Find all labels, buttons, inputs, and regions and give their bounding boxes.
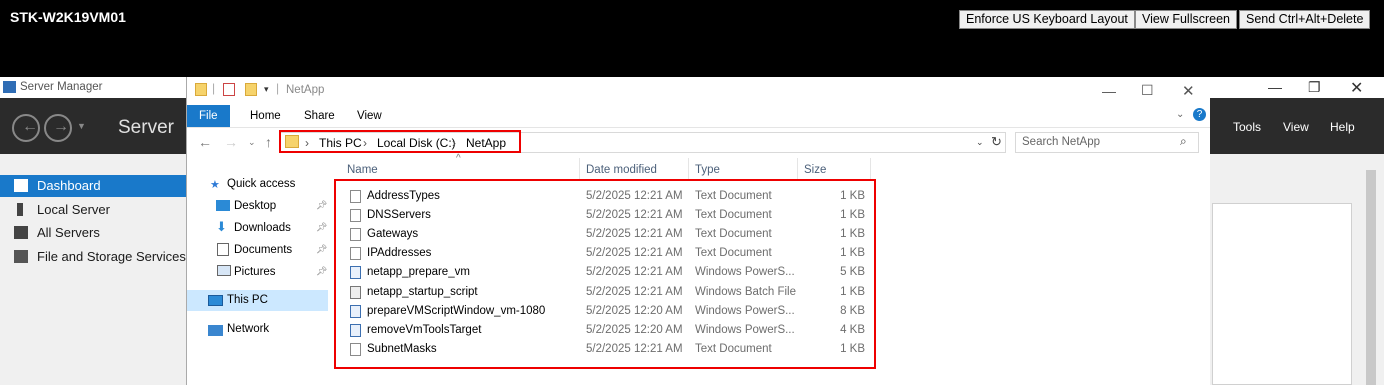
menu-tools[interactable]: Tools xyxy=(1233,120,1261,134)
column-divider[interactable] xyxy=(797,158,798,180)
storage-icon xyxy=(14,250,28,263)
dashboard-icon xyxy=(14,179,28,192)
customize-toolbar-icon[interactable]: ▾ xyxy=(264,84,269,95)
restore-icon[interactable]: ❐ xyxy=(1308,79,1321,96)
help-icon[interactable]: ? xyxy=(1193,108,1206,121)
pin-icon[interactable]: 📌︎ xyxy=(316,222,327,233)
server-manager-title: Server Manager xyxy=(20,81,103,93)
nav-documents[interactable]: Documents xyxy=(187,240,328,261)
up-icon[interactable]: ↑ xyxy=(265,134,272,150)
menu-help[interactable]: Help xyxy=(1330,120,1355,134)
nav-downloads[interactable]: Downloads xyxy=(187,218,328,239)
tab-view[interactable]: View xyxy=(345,105,394,127)
address-dropdown-icon[interactable]: ⌄ xyxy=(976,137,984,148)
new-folder-icon[interactable] xyxy=(245,83,257,96)
file-list-highlight-box xyxy=(334,179,876,369)
column-divider[interactable] xyxy=(870,158,871,180)
column-header-type[interactable]: Type xyxy=(695,164,720,176)
tab-file[interactable]: File xyxy=(187,105,230,127)
close-icon[interactable]: ✕ xyxy=(1350,78,1363,98)
menu-view[interactable]: View xyxy=(1283,120,1309,134)
properties-icon[interactable] xyxy=(223,83,235,96)
column-divider[interactable] xyxy=(688,158,689,180)
vm-name: STK-W2K19VM01 xyxy=(10,9,126,25)
nav-desktop[interactable]: Desktop xyxy=(187,196,328,217)
explorer-titlebar xyxy=(187,77,1210,104)
tab-home[interactable]: Home xyxy=(238,105,293,127)
column-header-size[interactable]: Size xyxy=(804,164,826,176)
explorer-title: NetApp xyxy=(286,84,325,96)
pin-icon[interactable]: 📌︎ xyxy=(316,200,327,211)
pin-icon[interactable]: 📌︎ xyxy=(316,244,327,255)
send-ctrl-alt-delete-button[interactable]: Send Ctrl+Alt+Delete xyxy=(1239,10,1371,29)
dashboard-tile xyxy=(1212,203,1352,385)
recent-locations-icon[interactable]: ⌄ xyxy=(248,137,256,148)
titlebar-separator: | xyxy=(212,81,216,95)
sort-ascending-icon: ^ xyxy=(456,153,461,164)
scrollbar-thumb[interactable] xyxy=(1366,170,1376,385)
nav-quick-access[interactable]: Quick access xyxy=(187,174,328,195)
forward-arrow-icon: → xyxy=(53,118,69,135)
column-divider[interactable] xyxy=(579,158,580,180)
pin-icon[interactable]: 📌︎ xyxy=(316,266,327,277)
refresh-icon[interactable]: ↻ xyxy=(991,134,1002,150)
history-dropdown-icon[interactable]: ▼ xyxy=(77,121,86,131)
server-manager-heading: Server xyxy=(118,117,174,138)
search-input[interactable]: Search NetApp xyxy=(1015,132,1199,153)
sidebar-item-local-server[interactable]: Local Server xyxy=(0,199,186,221)
forward-icon[interactable]: → xyxy=(224,134,238,150)
folder-icon xyxy=(195,83,207,96)
search-icon: ⌕ xyxy=(1180,134,1187,148)
tab-share[interactable]: Share xyxy=(292,105,347,127)
back-arrow-icon: ← xyxy=(22,118,38,135)
column-header-date[interactable]: Date modified xyxy=(586,164,657,176)
nav-pictures[interactable]: Pictures xyxy=(187,262,328,283)
column-header-name[interactable]: Name xyxy=(347,164,378,176)
servers-icon xyxy=(14,226,28,239)
back-icon[interactable]: ← xyxy=(198,134,212,150)
view-fullscreen-button[interactable]: View Fullscreen xyxy=(1135,10,1238,29)
network-icon xyxy=(208,325,223,336)
expand-ribbon-icon[interactable]: ⌄ xyxy=(1176,109,1184,120)
address-highlight-box xyxy=(279,130,521,153)
server-icon xyxy=(17,203,23,216)
explorer-minimize-icon[interactable]: — xyxy=(1102,83,1116,99)
explorer-maximize-icon[interactable]: ☐ xyxy=(1141,82,1154,99)
server-manager-app-icon xyxy=(3,81,16,93)
computer-icon xyxy=(208,295,223,306)
enforce-keyboard-button[interactable]: Enforce US Keyboard Layout xyxy=(959,10,1135,29)
minimize-icon[interactable]: — xyxy=(1268,79,1282,95)
titlebar-separator-2: | xyxy=(276,81,280,95)
explorer-close-icon[interactable]: ✕ xyxy=(1182,82,1195,100)
